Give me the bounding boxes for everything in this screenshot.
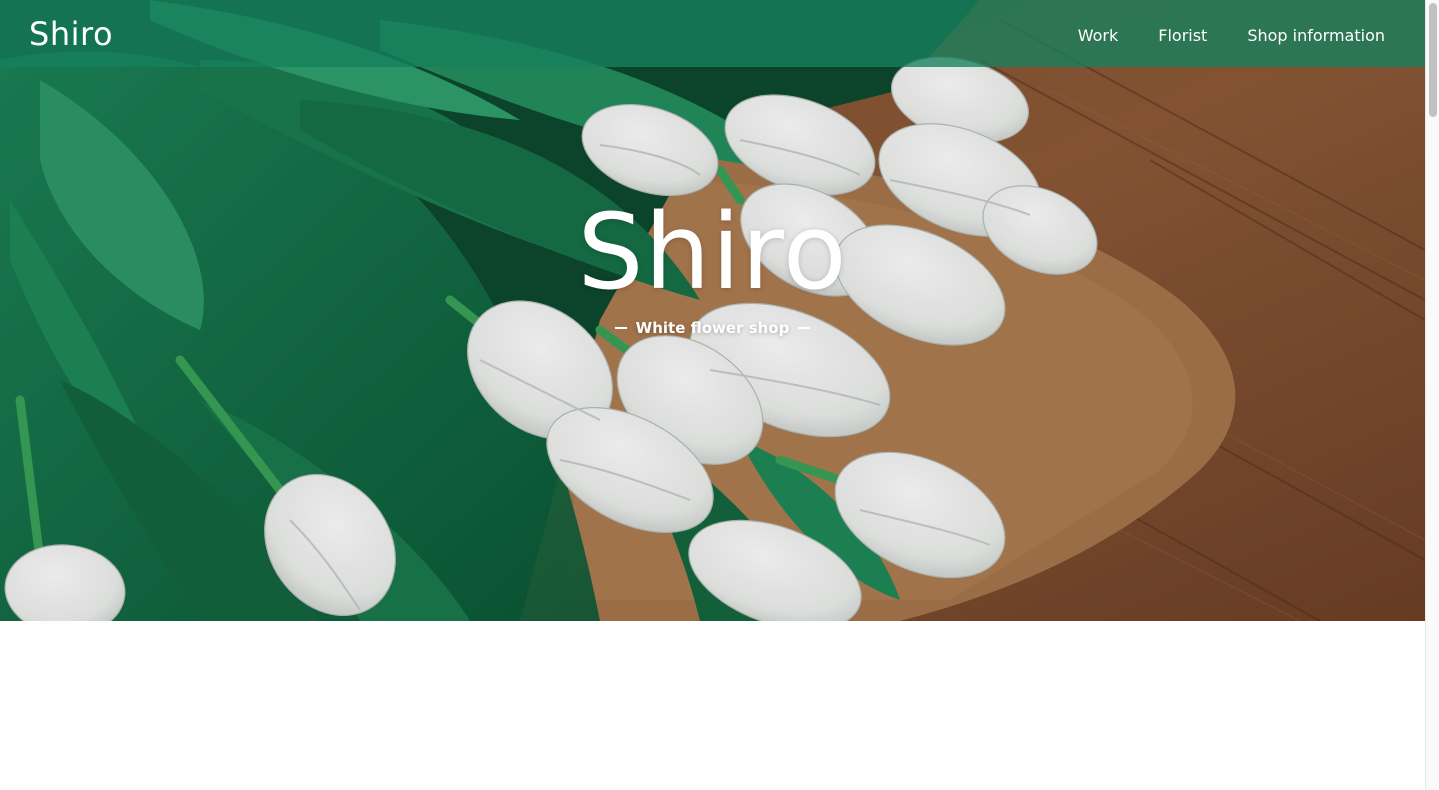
main-nav: Work Florist Shop information xyxy=(1078,22,1385,45)
scrollbar-thumb[interactable] xyxy=(1429,3,1437,117)
nav-link-work[interactable]: Work xyxy=(1078,22,1119,45)
hero-subtitle-text: White flower shop xyxy=(635,319,790,337)
subtitle-dash-right xyxy=(798,327,811,329)
hero-title: Shiro xyxy=(577,191,848,313)
subtitle-dash-left xyxy=(614,327,627,329)
hero-subtitle: White flower shop xyxy=(0,319,1425,337)
site-header: Shiro Work Florist Shop information xyxy=(0,0,1425,67)
vertical-scrollbar[interactable] xyxy=(1425,0,1439,790)
nav-link-shop-information[interactable]: Shop information xyxy=(1247,22,1385,45)
site-logo[interactable]: Shiro xyxy=(29,15,113,53)
nav-link-florist[interactable]: Florist xyxy=(1158,22,1207,45)
hero-section: Shiro White flower shop xyxy=(0,0,1425,621)
page: Shiro White flower shop Shiro Work Flori… xyxy=(0,0,1425,790)
